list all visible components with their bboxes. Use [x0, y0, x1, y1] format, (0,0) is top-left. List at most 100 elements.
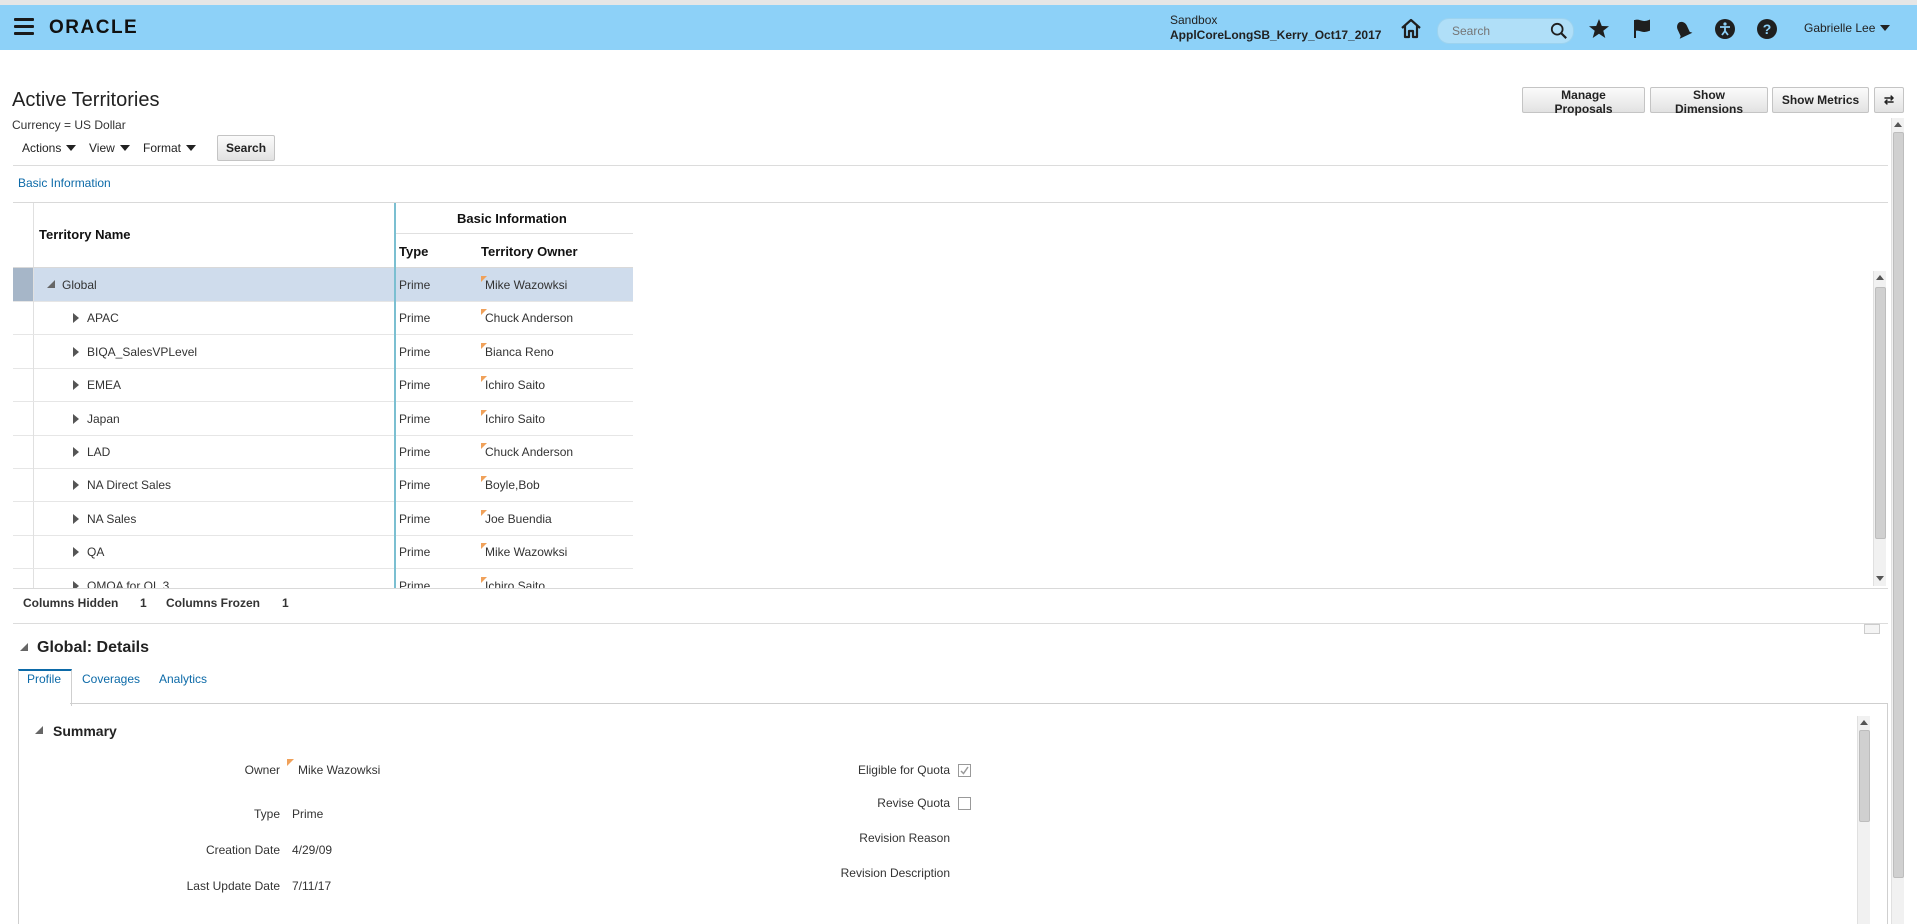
territory-type: Prime [399, 578, 431, 588]
accessibility-icon[interactable] [1713, 17, 1737, 41]
revision-reason-label: Revision Reason [859, 831, 950, 845]
row-selector[interactable] [13, 301, 34, 335]
type-label: Type [253, 807, 280, 821]
scrollbar-thumb[interactable] [1893, 132, 1904, 878]
scrollbar-thumb[interactable] [1875, 287, 1886, 539]
expand-icon[interactable] [73, 447, 79, 457]
table-row[interactable]: QA Prime Mike Wazowksi [13, 535, 633, 570]
scrollbar-thumb[interactable] [1859, 730, 1870, 822]
star-icon[interactable] [1587, 17, 1611, 41]
scroll-down-icon[interactable] [1876, 576, 1884, 581]
global-search-input[interactable] [1450, 23, 1549, 39]
territory-name[interactable]: NA Direct Sales [87, 478, 171, 492]
territory-name[interactable]: LAD [87, 445, 110, 459]
row-selector[interactable] [13, 368, 34, 402]
row-selector[interactable] [13, 535, 34, 569]
search-button[interactable]: Search [217, 135, 275, 161]
table-row[interactable]: NA Sales Prime Joe Buendia [13, 501, 633, 536]
user-menu[interactable]: Gabrielle Lee [1804, 21, 1891, 35]
oracle-logo[interactable]: ORACLE [49, 17, 138, 39]
columns-frozen-label: Columns Frozen [166, 596, 261, 610]
help-icon[interactable]: ? [1755, 17, 1779, 41]
page-vertical-scrollbar[interactable] [1891, 118, 1904, 924]
collapse-icon[interactable] [20, 643, 28, 651]
user-name: Gabrielle Lee [1804, 21, 1876, 35]
flag-icon[interactable] [1630, 17, 1654, 41]
owner-value[interactable]: Mike Wazowksi [298, 763, 380, 777]
search-icon[interactable] [1550, 22, 1568, 40]
details-vertical-scrollbar[interactable] [1857, 716, 1870, 924]
show-metrics-button[interactable]: Show Metrics [1772, 87, 1869, 113]
table-row[interactable]: QMQA for QL 3 Prime Ichiro Saito [13, 568, 633, 588]
table-row[interactable]: EMEA Prime Ichiro Saito [13, 368, 633, 403]
scroll-up-icon[interactable] [1876, 275, 1884, 280]
collapse-icon[interactable] [35, 726, 43, 734]
sandbox-name[interactable]: ApplCoreLongSB_Kerry_Oct17_2017 [1170, 28, 1381, 42]
territory-owner[interactable]: Ichiro Saito [485, 412, 545, 426]
expand-icon[interactable] [73, 580, 79, 588]
territory-name[interactable]: Japan [87, 412, 120, 426]
territory-owner[interactable]: Chuck Anderson [485, 311, 573, 325]
territory-owner[interactable]: Ichiro Saito [485, 579, 545, 588]
table-row[interactable]: LAD Prime Chuck Anderson [13, 435, 633, 469]
territory-owner[interactable]: Bianca Reno [485, 345, 554, 359]
territory-name[interactable]: NA Sales [87, 512, 136, 526]
tab-profile[interactable]: Profile [27, 672, 61, 686]
territory-name[interactable]: QA [87, 545, 104, 559]
territory-owner[interactable]: Boyle,Bob [485, 478, 540, 492]
table-row[interactable]: NA Direct Sales Prime Boyle,Bob [13, 468, 633, 503]
row-selector[interactable] [13, 468, 34, 502]
tab-coverages[interactable]: Coverages [82, 672, 140, 686]
expand-icon[interactable] [73, 380, 79, 391]
tab-analytics[interactable]: Analytics [159, 672, 207, 686]
expand-icon[interactable] [73, 513, 79, 524]
home-icon[interactable] [1399, 17, 1423, 41]
territory-name[interactable]: Global [62, 278, 97, 292]
table-row[interactable]: BIQA_SalesVPLevel Prime Bianca Reno [13, 334, 633, 369]
bell-icon[interactable] [1672, 17, 1696, 41]
territory-name[interactable]: BIQA_SalesVPLevel [87, 345, 197, 359]
manage-proposals-button[interactable]: Manage Proposals [1522, 87, 1645, 116]
chevron-down-icon [1880, 25, 1891, 31]
row-selector[interactable] [13, 334, 34, 368]
actions-label: Actions [22, 141, 62, 155]
territory-name[interactable]: APAC [87, 311, 119, 325]
eligible-for-quota-checkbox[interactable] [958, 764, 971, 777]
menu-icon[interactable] [14, 18, 34, 36]
table-row[interactable]: APAC Prime Chuck Anderson [13, 301, 633, 336]
territory-owner[interactable]: Ichiro Saito [485, 378, 545, 392]
row-selector[interactable] [13, 268, 34, 301]
territory-owner[interactable]: Chuck Anderson [485, 445, 573, 459]
expand-icon[interactable] [73, 413, 79, 424]
view-menu[interactable]: View [89, 141, 130, 155]
actions-menu[interactable]: Actions [22, 141, 77, 155]
row-selector[interactable] [13, 501, 34, 535]
territory-owner[interactable]: Joe Buendia [485, 512, 552, 526]
format-menu[interactable]: Format [143, 141, 197, 155]
territory-name[interactable]: QMQA for QL 3 [87, 579, 169, 588]
scroll-up-icon[interactable] [1860, 720, 1868, 725]
table-vertical-scrollbar[interactable] [1873, 271, 1886, 586]
territory-type: Prime [399, 545, 431, 560]
expand-icon[interactable] [73, 480, 79, 491]
territory-owner[interactable]: Mike Wazowksi [485, 545, 567, 559]
collapse-icon[interactable] [47, 280, 55, 288]
expand-icon[interactable] [73, 346, 79, 357]
row-selector[interactable] [13, 401, 34, 435]
row-selector[interactable] [13, 435, 34, 468]
territory-name[interactable]: EMEA [87, 378, 121, 392]
splitter-collapse-icon[interactable] [1864, 624, 1880, 634]
table-row[interactable]: Japan Prime Ichiro Saito [13, 401, 633, 436]
scroll-up-icon[interactable] [1894, 122, 1902, 127]
revise-quota-checkbox[interactable] [958, 797, 971, 810]
expand-icon[interactable] [73, 547, 79, 558]
swap-icon[interactable]: ⇄ [1874, 87, 1904, 113]
basic-information-link[interactable]: Basic Information [18, 176, 111, 190]
row-selector[interactable] [13, 568, 34, 588]
global-search-box[interactable] [1437, 18, 1574, 44]
show-dimensions-button[interactable]: Show Dimensions [1650, 87, 1768, 116]
table-row[interactable]: Global Prime Mike Wazowksi [13, 268, 633, 302]
expand-icon[interactable] [73, 313, 79, 324]
territory-owner[interactable]: Mike Wazowksi [485, 278, 567, 292]
chevron-down-icon [119, 145, 130, 151]
